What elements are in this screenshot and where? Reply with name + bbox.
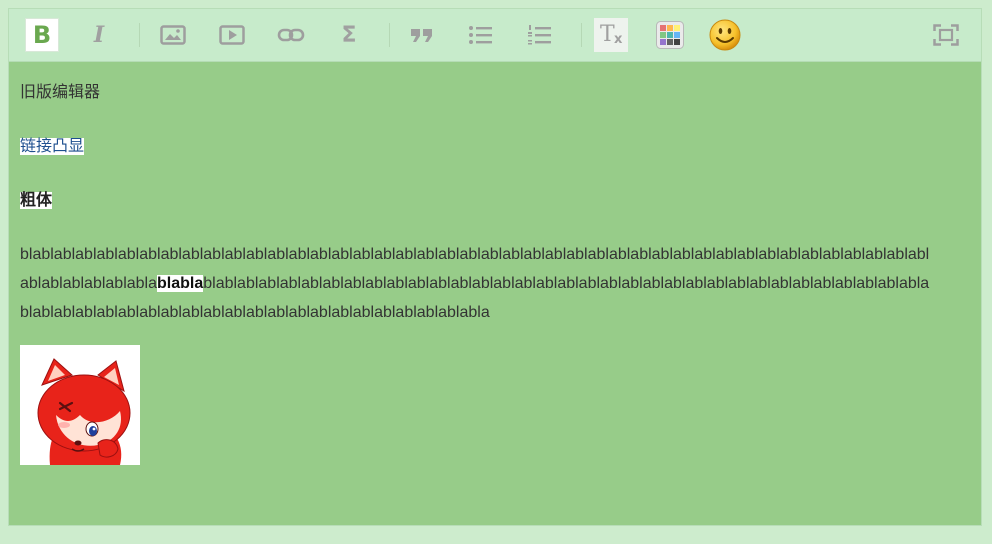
red-fox-cartoon-image [20, 345, 140, 465]
rich-text-editor: B I Σ T x 旧版编辑器 链接凸显 粗体 blablablablablab… [8, 8, 982, 526]
smiley-icon [709, 19, 741, 51]
sigma-icon: Σ [341, 22, 357, 48]
fullscreen-button[interactable] [929, 18, 963, 52]
fullscreen-icon [933, 24, 959, 46]
image-button[interactable] [156, 18, 190, 52]
italic-icon: I [93, 22, 105, 48]
paragraph-bold: 粗体 [20, 186, 53, 210]
link-icon [277, 28, 305, 42]
editor-toolbar: B I Σ T x [9, 9, 981, 62]
color-palette-icon [656, 21, 684, 49]
paragraph-blabla: blablablablablablablablablablablablablab… [20, 240, 930, 327]
bullet-list-button[interactable] [464, 18, 498, 52]
bold-text: 粗体 [20, 192, 53, 209]
clear-format-button[interactable]: T x [594, 18, 628, 52]
toolbar-separator [139, 23, 140, 47]
bold-icon: B [32, 21, 52, 49]
clear-format-glyph-sub: x [614, 32, 623, 47]
numbered-list-button[interactable] [523, 18, 557, 52]
clear-format-glyph-main: T [600, 22, 615, 47]
bullet-list-icon [469, 26, 492, 44]
quote-button[interactable] [405, 18, 439, 52]
video-button[interactable] [215, 18, 249, 52]
color-button[interactable] [653, 18, 687, 52]
bold-button[interactable]: B [25, 18, 59, 52]
clear-format-icon: T x [598, 22, 624, 48]
quote-icon [411, 29, 432, 42]
toolbar-separator [389, 23, 390, 47]
video-icon [219, 25, 245, 45]
emoji-button[interactable] [708, 18, 742, 52]
formula-button[interactable]: Σ [332, 18, 366, 52]
toolbar-separator [581, 23, 582, 47]
image-icon [160, 25, 186, 45]
embedded-image[interactable] [20, 345, 140, 465]
blabla-bold-text: blabla [157, 275, 204, 292]
paragraph-old-editor: 旧版编辑器 [20, 84, 101, 101]
italic-button[interactable]: I [82, 18, 116, 52]
paragraph-link: 链接凸显 [20, 132, 85, 156]
editor-content-area[interactable]: 旧版编辑器 链接凸显 粗体 blablablablablablablablabl… [9, 62, 981, 525]
link-button[interactable] [274, 18, 308, 52]
highlighted-link[interactable]: 链接凸显 [20, 138, 85, 155]
numbered-list-icon [528, 25, 551, 45]
